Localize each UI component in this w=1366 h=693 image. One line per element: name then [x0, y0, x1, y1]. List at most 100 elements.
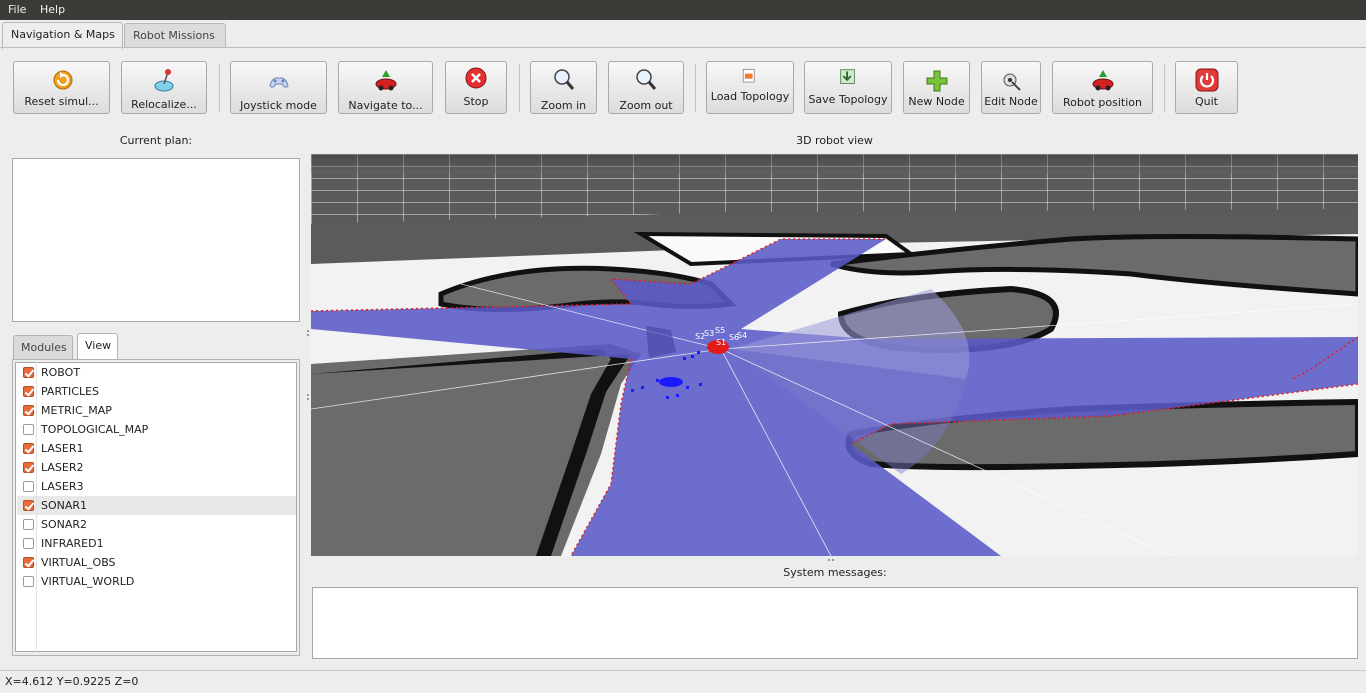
zoom-in-label: Zoom in — [540, 99, 587, 112]
checkbox[interactable] — [23, 481, 34, 492]
splitter-handle[interactable] — [307, 330, 309, 332]
checkbox[interactable] — [23, 538, 34, 549]
list-item-label: TOPOLOGICAL_MAP — [41, 423, 149, 436]
list-item-label: LASER2 — [41, 461, 84, 474]
robot-position-label: Robot position — [1063, 96, 1142, 109]
view3d-label: 3D robot view — [796, 134, 873, 147]
menu-help[interactable]: Help — [40, 3, 65, 16]
save-topology-label: Save Topology — [808, 93, 888, 106]
checkbox[interactable] — [23, 443, 34, 454]
edit-node-icon — [1003, 73, 1021, 91]
list-item-label: VIRTUAL_OBS — [41, 556, 116, 569]
list-item-laser1[interactable]: LASER1 — [17, 439, 296, 458]
save-icon — [840, 69, 855, 84]
checkbox[interactable] — [23, 367, 34, 378]
stop-button[interactable]: Stop — [445, 61, 507, 114]
robot-3d-scene: S2 S3 S5 S6 S4 S1 — [311, 154, 1358, 556]
subtab-view[interactable]: View — [77, 333, 118, 360]
list-item-virtual-obs[interactable]: VIRTUAL_OBS — [17, 553, 296, 572]
load-file-icon — [742, 68, 755, 83]
reset-icon — [53, 70, 72, 90]
checkbox[interactable] — [23, 405, 34, 416]
list-item-laser2[interactable]: LASER2 — [17, 458, 296, 477]
tab-robot-missions[interactable]: Robot Missions — [124, 23, 226, 48]
navigate-label: Navigate to... — [348, 99, 423, 112]
checkbox[interactable] — [23, 500, 34, 511]
menubar: File Help — [0, 0, 1366, 20]
list-item-label: VIRTUAL_WORLD — [41, 575, 135, 588]
current-plan-label: Current plan: — [119, 134, 193, 147]
splitter-handle[interactable] — [307, 334, 309, 336]
joystick-icon — [268, 77, 289, 88]
zoom-out-button[interactable]: Zoom out — [608, 61, 684, 114]
system-messages-label: System messages: — [783, 566, 887, 579]
list-item-label: ROBOT — [41, 366, 81, 379]
relocalize-label: Relocalize... — [131, 98, 197, 111]
menu-file[interactable]: File — [8, 3, 26, 16]
list-item-label: METRIC_MAP — [41, 404, 112, 417]
list-item-metric-map[interactable]: METRIC_MAP — [17, 401, 296, 420]
list-item-label: INFRARED1 — [41, 537, 104, 550]
checkbox[interactable] — [23, 557, 34, 568]
toolbar-separator — [519, 64, 520, 112]
edit-node-button[interactable]: Edit Node — [981, 61, 1041, 114]
list-item-particles[interactable]: PARTICLES — [17, 382, 296, 401]
relocalize-button[interactable]: Relocalize... — [121, 61, 207, 114]
toolbar-separator — [695, 64, 696, 112]
toolbar-separator — [219, 64, 220, 112]
zoom-in-button[interactable]: Zoom in — [530, 61, 597, 114]
quit-button[interactable]: Quit — [1175, 61, 1238, 114]
system-messages-box[interactable] — [312, 587, 1358, 659]
list-item-label: PARTICLES — [41, 385, 100, 398]
list-divider — [36, 362, 37, 652]
sonar-label-s5: S5 — [715, 326, 725, 335]
joystick-mode-button[interactable]: Joystick mode — [230, 61, 327, 114]
list-item-label: LASER1 — [41, 442, 84, 455]
splitter-handle[interactable] — [828, 559, 830, 561]
coordinates-readout: X=4.612 Y=0.9225 Z=0 — [5, 675, 139, 688]
checkbox[interactable] — [23, 386, 34, 397]
checkbox[interactable] — [23, 462, 34, 473]
list-item-laser3[interactable]: LASER3 — [17, 477, 296, 496]
list-item-infrared1[interactable]: INFRARED1 — [17, 534, 296, 553]
main-tabbar: Navigation & Maps Robot Missions — [0, 20, 1366, 49]
robot-3d-view[interactable]: S2 S3 S5 S6 S4 S1 — [311, 154, 1358, 556]
edit-node-label: Edit Node — [984, 95, 1038, 108]
list-item-virtual-world[interactable]: VIRTUAL_WORLD — [17, 572, 296, 591]
joystick-label: Joystick mode — [240, 99, 317, 112]
stop-label: Stop — [463, 95, 489, 108]
zoom-out-icon — [636, 69, 657, 90]
sonar-label-s1: S1 — [716, 338, 726, 347]
reset-simulation-button[interactable]: Reset simul... — [13, 61, 110, 114]
toolbar-separator — [1164, 64, 1165, 112]
tab-navigation-maps[interactable]: Navigation & Maps — [2, 22, 123, 49]
list-item-label: SONAR2 — [41, 518, 88, 531]
list-item-robot[interactable]: ROBOT — [17, 363, 296, 382]
navigate-to-button[interactable]: Navigate to... — [338, 61, 433, 114]
splitter-handle[interactable] — [832, 559, 834, 561]
relocalize-icon — [154, 69, 174, 92]
splitter-handle[interactable] — [307, 394, 309, 396]
list-item-sonar2[interactable]: SONAR2 — [17, 515, 296, 534]
reset-label: Reset simul... — [24, 95, 99, 108]
view-layers-list: ROBOT PARTICLES METRIC_MAP TOPOLOGICAL_M… — [15, 362, 297, 652]
plus-icon — [926, 70, 947, 92]
load-topology-button[interactable]: Load Topology — [706, 61, 794, 114]
subtab-modules[interactable]: Modules — [13, 335, 73, 359]
navigate-robot-icon — [375, 70, 396, 91]
checkbox[interactable] — [23, 576, 34, 587]
new-node-button[interactable]: New Node — [903, 61, 970, 114]
checkbox[interactable] — [23, 424, 34, 435]
list-item-label: LASER3 — [41, 480, 84, 493]
stop-icon — [465, 67, 487, 89]
robot-position-button[interactable]: Robot position — [1052, 61, 1153, 114]
list-item-topological-map[interactable]: TOPOLOGICAL_MAP — [17, 420, 296, 439]
load-topology-label: Load Topology — [710, 90, 790, 103]
save-topology-button[interactable]: Save Topology — [804, 61, 892, 114]
quit-label: Quit — [1195, 95, 1218, 108]
list-item-sonar1[interactable]: SONAR1 — [17, 496, 296, 515]
splitter-handle[interactable] — [307, 398, 309, 400]
checkbox[interactable] — [23, 519, 34, 530]
robot-position-icon — [1092, 70, 1113, 91]
current-plan-box[interactable] — [12, 158, 300, 322]
